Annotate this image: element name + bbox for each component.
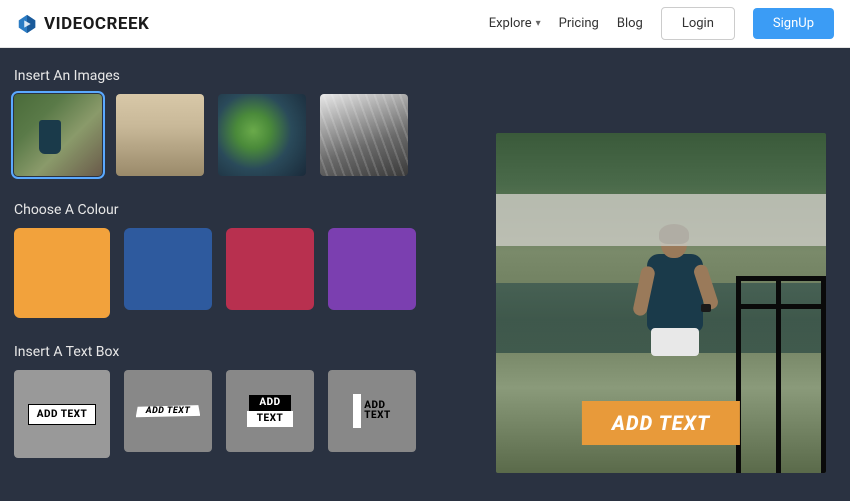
textbox-section-title: Insert A Text Box — [14, 344, 426, 360]
preview-text-overlay[interactable]: ADD TEXT — [582, 401, 740, 445]
nav-pricing[interactable]: Pricing — [559, 16, 599, 31]
color-swatch-3[interactable] — [226, 228, 314, 310]
preview-subject — [615, 228, 735, 428]
textbox-thumb-3[interactable]: ADD TEXT — [226, 370, 314, 452]
image-thumb-2[interactable] — [116, 94, 204, 176]
images-section-title: Insert An Images — [14, 68, 426, 84]
image-thumbnails — [14, 94, 426, 176]
textbox-thumb-2[interactable]: ADD TEXT — [124, 370, 212, 452]
logo-text: VIDEOCREEK — [44, 14, 149, 34]
chevron-down-icon: ▾ — [536, 18, 541, 29]
textbox-label: ADD TEXT — [136, 404, 201, 418]
textbox-thumb-1[interactable]: ADD TEXT — [14, 370, 110, 458]
textbox-label: ADD TEXT — [247, 395, 294, 427]
textbox-label: ADDTEXT — [353, 394, 391, 428]
image-thumb-4[interactable] — [320, 94, 408, 176]
left-panel: Insert An Images Choose A Colour Insert … — [0, 48, 440, 501]
preview-railing — [736, 276, 826, 473]
textbox-label: ADD TEXT — [28, 404, 96, 425]
textbox-thumbnails: ADD TEXT ADD TEXT ADD TEXT ADDTEXT — [14, 370, 426, 458]
image-thumb-3[interactable] — [218, 94, 306, 176]
login-button[interactable]: Login — [661, 7, 735, 40]
logo[interactable]: VIDEOCREEK — [16, 13, 149, 35]
textbox-thumb-4[interactable]: ADDTEXT — [328, 370, 416, 452]
signup-button[interactable]: SignUp — [753, 8, 834, 39]
color-swatch-4[interactable] — [328, 228, 416, 310]
image-thumb-1[interactable] — [14, 94, 102, 176]
nav-blog[interactable]: Blog — [617, 16, 643, 31]
main-area: Insert An Images Choose A Colour Insert … — [0, 48, 850, 501]
logo-icon — [16, 13, 38, 35]
preview-canvas[interactable]: ADD TEXT — [496, 133, 826, 473]
top-nav: Explore▾ Pricing Blog Login SignUp — [489, 7, 834, 40]
nav-explore[interactable]: Explore▾ — [489, 16, 541, 31]
color-swatch-1[interactable] — [14, 228, 110, 318]
color-section-title: Choose A Colour — [14, 202, 426, 218]
right-panel: ADD TEXT — [440, 48, 850, 501]
color-swatch-2[interactable] — [124, 228, 212, 310]
app-header: VIDEOCREEK Explore▾ Pricing Blog Login S… — [0, 0, 850, 48]
color-swatches — [14, 228, 426, 318]
